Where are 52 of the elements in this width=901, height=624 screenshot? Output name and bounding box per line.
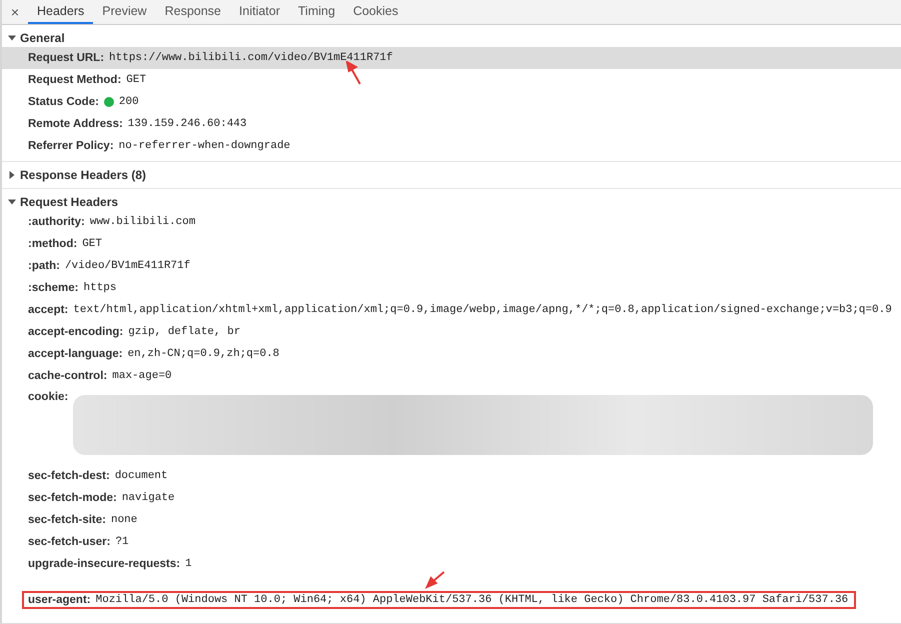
- caret-right-icon: [8, 171, 16, 179]
- header-value: navigate: [122, 492, 175, 504]
- header-value: en,zh-CN;q=0.9,zh;q=0.8: [128, 348, 280, 360]
- header-value: www.bilibili.com: [90, 216, 196, 228]
- header-name: :path:: [28, 260, 60, 272]
- header-value: /video/BV1mE411R71f: [64, 260, 190, 272]
- header-value: GET: [82, 238, 102, 250]
- header-name: sec-fetch-user:: [28, 536, 110, 548]
- header-name: :authority:: [28, 216, 85, 228]
- header-name: :method:: [28, 238, 78, 250]
- close-button[interactable]: ×: [2, 0, 28, 24]
- header-value: gzip, deflate, br: [128, 326, 240, 338]
- header-value: text/html,application/xhtml+xml,application/xml;q=0.9,image/webp,image/apng,*/*;q=0.8,application/signed-exchange;v=b3;q=0.9: [73, 304, 892, 316]
- header-value: none: [110, 514, 138, 526]
- header-value: 200: [118, 96, 139, 108]
- caret-down-icon: [8, 198, 16, 206]
- header-name: sec-fetch-dest:: [28, 470, 110, 482]
- header-name: sec-fetch-site:: [28, 514, 106, 526]
- tab[interactable]: Preview: [93, 0, 156, 24]
- section-header[interactable]: Response Headers (8): [2, 162, 146, 184]
- header-name: Remote Address:: [28, 118, 123, 130]
- section-header[interactable]: Request Headers: [2, 189, 118, 211]
- section-header[interactable]: General: [2, 25, 65, 47]
- header-name: Request Method:: [28, 74, 122, 86]
- tab[interactable]: Initiator: [230, 0, 290, 24]
- header-name: accept:: [28, 304, 68, 316]
- tab[interactable]: Timing: [289, 0, 344, 24]
- header-value: 1: [185, 558, 192, 570]
- header-name: accept-encoding:: [28, 326, 124, 338]
- header-name: Referrer Policy:: [28, 140, 114, 152]
- header-value: https://www.bilibili.com/video/BV1mE411R71f: [109, 52, 393, 64]
- header-value: ?1: [115, 536, 129, 548]
- header-value: GET: [126, 74, 146, 86]
- header-name: cache-control:: [28, 370, 108, 382]
- header-value: Mozilla/5.0 (Windows NT 10.0; Win64; x64) AppleWebKit/537.36 (KHTML, like Gecko) Chrome/83.0.4103.97 Safari/537.36: [96, 594, 848, 606]
- header-name: Status Code:: [28, 96, 99, 108]
- tab[interactable]: Response: [156, 0, 230, 24]
- tab[interactable]: Cookies: [344, 0, 408, 24]
- header-value: https: [84, 282, 117, 294]
- header-name: upgrade-insecure-requests:: [28, 558, 180, 570]
- caret-down-icon: [8, 34, 16, 42]
- header-name: user-agent:: [28, 594, 91, 606]
- header-name: accept-language:: [28, 348, 123, 360]
- header-name: cookie:: [28, 391, 68, 403]
- header-name: sec-fetch-mode:: [28, 492, 117, 504]
- header-name: Request URL:: [28, 52, 104, 64]
- header-value: no-referrer-when-downgrade: [118, 140, 290, 152]
- tab[interactable]: Headers: [28, 0, 94, 24]
- header-value: document: [114, 470, 168, 482]
- header-name: :scheme:: [28, 282, 78, 294]
- header-value: 139.159.246.60:443: [128, 118, 247, 130]
- header-value: max-age=0: [112, 370, 172, 382]
